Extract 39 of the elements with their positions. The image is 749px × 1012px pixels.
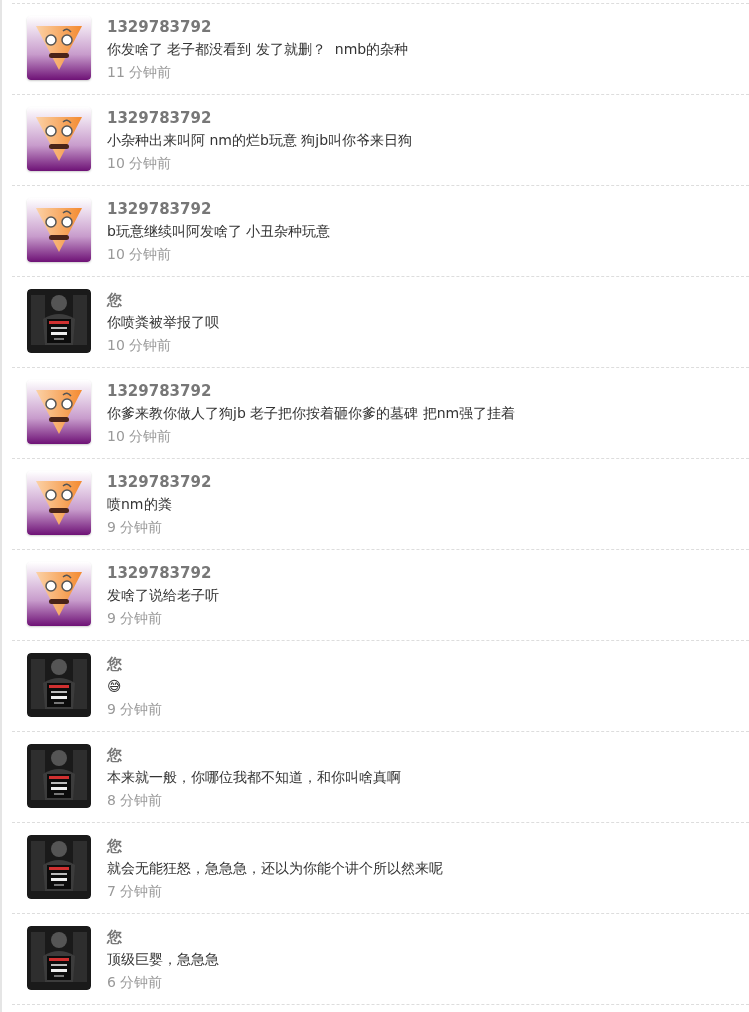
avatar [27,562,91,626]
comment-time: 10 分钟前 [107,427,173,446]
comment-text: 就会无能狂怒，急急急，还以为你能个讲个所以然来呢 [107,859,443,878]
avatar [27,198,91,262]
comment-text: 顶级巨婴，急急急 [107,950,219,969]
author-name[interactable]: 1329783792 [107,198,331,220]
comment-time: 10 分钟前 [107,245,173,264]
avatar [27,471,91,535]
author-name[interactable]: 1329783792 [107,107,413,129]
comment-text: 喷nm的粪 [107,495,173,514]
comment-time: 10 分钟前 [107,336,173,355]
author-name[interactable]: 1329783792 [107,380,516,402]
avatar [27,380,91,444]
author-name[interactable]: 1329783792 [107,562,219,584]
comment-time: 9 分钟前 [107,518,164,537]
comment-text: 你爹来教你做人了狗jb 老子把你按着砸你爹的墓碑 把nm强了挂着 [107,404,516,423]
comment-time: 8 分钟前 [107,791,164,810]
comment-time: 6 分钟前 [107,973,164,992]
comment-time: 11 分钟前 [107,63,173,82]
avatar [27,107,91,171]
comment-time: 7 分钟前 [107,882,164,901]
comment-text: b玩意继续叫阿发啥了 小丑杂种玩意 [107,222,331,241]
comment-text: 本来就一般，你哪位我都不知道，和你叫啥真啊 [107,768,401,787]
author-name[interactable]: 1329783792 [107,16,409,38]
author-name[interactable]: 您 [107,653,163,675]
author-name[interactable]: 您 [107,835,443,857]
author-name[interactable]: 您 [107,744,401,766]
comment-text: 😅 [107,677,123,696]
author-name[interactable]: 1329783792 [107,471,212,493]
comment-text: 你喷粪被举报了呗 [107,313,219,332]
author-name[interactable]: 您 [107,289,219,311]
comment-time: 9 分钟前 [107,700,163,719]
comment-time: 10 分钟前 [107,154,173,173]
comment-text: 发啥了说给老子听 [107,586,219,605]
comment-text: 你发啥了 老子都没看到 发了就删？ nmb的杂种 [107,40,409,59]
author-name[interactable]: 您 [107,926,219,948]
comment-text: 小杂种出来叫阿 nm的烂b玩意 狗jb叫你爷来日狗 [107,131,413,150]
comment-time: 9 分钟前 [107,609,164,628]
avatar [27,16,91,80]
